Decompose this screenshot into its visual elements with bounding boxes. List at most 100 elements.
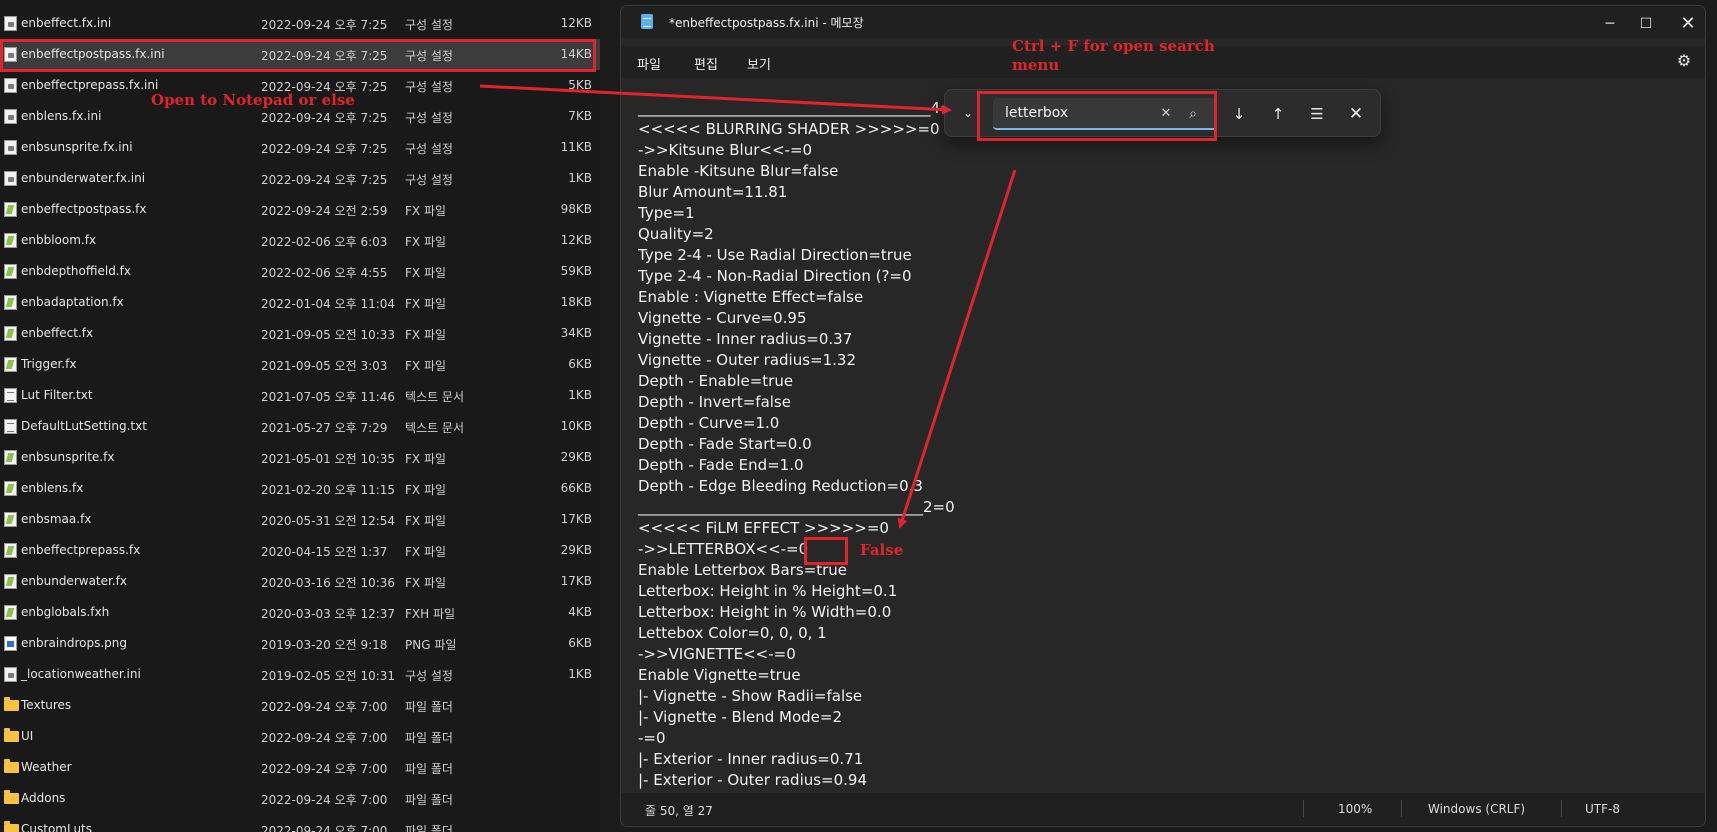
file-date: 2022-02-06 오후 4:55 [261,266,388,280]
file-row[interactable]: enbadaptation.fx 2022-01-04 오후 11:04 FX 파일… [0,287,600,318]
file-row[interactable]: Lut Filter.txt 2021-07-05 오후 11:46 텍스트 문서 1… [0,380,600,411]
file-name: enbeffectprepass.fx.ini [21,78,159,92]
editor-line: Depth - Invert=false [638,393,791,411]
close-window-button[interactable]: ✕ [1675,12,1701,36]
menu-edit[interactable]: 편집 [694,54,718,73]
file-type: FX 파일 [405,483,447,497]
file-date: 2022-09-24 오후 7:00 [261,700,388,714]
file-row[interactable]: enbdepthoffield.fx 2022-02-06 오후 4:55 FX 파… [0,256,600,287]
file-type: 구성 설정 [405,80,453,94]
editor-line: Type 2-4 - Use Radial Direction=true [638,246,912,264]
file-name: enbeffectprepass.fx [21,543,141,557]
file-explorer-list: enbeffect.fx.ini 2022-09-24 오후 7:25 구성 설정 1… [0,0,600,832]
file-date: 2022-09-24 오후 7:00 [261,731,388,745]
zoom-level[interactable]: 100% [1338,802,1372,816]
file-date: 2021-02-20 오후 11:15 [261,483,396,497]
ini-file-icon [4,140,17,155]
fx-file-icon [4,202,17,217]
settings-gear-icon[interactable]: ⚙ [1675,52,1693,70]
file-row[interactable]: Textures 2022-09-24 오후 7:00 파일 폴더 [0,690,600,721]
file-date: 2022-09-24 오후 7:25 [261,173,388,187]
encoding[interactable]: UTF-8 [1585,802,1620,816]
file-name: enbeffectpostpass.fx [21,202,147,216]
editor-line: ->>Kitsune Blur<<-=0 [638,141,813,159]
file-size: 17KB [560,512,592,526]
file-row[interactable]: enbunderwater.fx 2020-03-16 오전 10:36 FX 파일… [0,566,600,597]
maximize-button[interactable]: ☐ [1633,12,1659,36]
find-next-arrow-down-icon[interactable]: ↓ [1228,103,1250,125]
file-row[interactable]: enbsunsprite.fx.ini 2022-09-24 오후 7:25 구성 … [0,132,600,163]
annotation-box-true-value [804,537,848,565]
fx-file-icon [4,512,17,527]
file-row[interactable]: DefaultLutSetting.txt 2021-05-27 오후 7:29 텍… [0,411,600,442]
fx-file-icon [4,233,17,248]
file-row[interactable]: CustomLuts 2022-09-24 오후 7:00 파일 폴더 [0,814,600,832]
editor-text: _______________________________________4… [638,98,962,791]
file-row[interactable]: enbunderwater.fx.ini 2022-09-24 오후 7:25 구성… [0,163,600,194]
menu-view[interactable]: 보기 [747,54,771,73]
file-name: enbsunsprite.fx.ini [21,140,133,154]
file-row[interactable]: enbeffectprepass.fx 2020-04-15 오전 1:37 FX … [0,535,600,566]
file-row[interactable]: enbsmaa.fx 2020-05-31 오전 12:54 FX 파일 17KB [0,504,600,535]
file-name: enbeffect.fx [21,326,94,340]
file-size: 29KB [560,543,592,557]
file-row[interactable]: _locationweather.ini 2019-02-05 오전 10:31 구… [0,659,600,690]
file-row[interactable]: enbeffectpostpass.fx 2022-09-24 오전 2:59 FX… [0,194,600,225]
minimize-button[interactable]: ─ [1597,12,1623,36]
editor-line: Vignette - Curve=0.95 [638,309,807,327]
close-find-bar-icon[interactable]: ✕ [1345,103,1367,125]
file-row[interactable]: enblens.fx 2021-02-20 오후 11:15 FX 파일 66KB [0,473,600,504]
file-type: 텍스트 문서 [405,421,465,435]
file-date: 2021-09-05 오전 10:33 [261,328,396,342]
find-previous-arrow-up-icon[interactable]: ↑ [1267,103,1289,125]
file-size: 59KB [560,264,592,278]
file-date: 2022-09-24 오후 7:00 [261,793,388,807]
file-row[interactable]: enbbloom.fx 2022-02-06 오후 6:03 FX 파일 12KB [0,225,600,256]
title-bar[interactable]: *enbeffectpostpass.fx.ini - 메모장 ─ ☐ ✕ [621,6,1705,38]
fxh-file-icon [4,605,17,620]
fx-file-icon [4,357,17,372]
file-size: 34KB [560,326,592,340]
editor-line: Vignette - Outer radius=1.32 [638,351,856,369]
file-name: enbunderwater.fx [21,574,127,588]
file-row[interactable]: enbsunsprite.fx 2021-05-01 오전 10:35 FX 파일 2… [0,442,600,473]
search-options-sliders-icon[interactable]: ☰ [1306,103,1328,125]
file-size: 18KB [560,295,592,309]
file-name: DefaultLutSetting.txt [21,419,147,433]
file-size: 1KB [568,388,592,402]
file-name: CustomLuts [21,822,93,832]
line-ending[interactable]: Windows (CRLF) [1428,802,1525,816]
file-name: enbadaptation.fx [21,295,124,309]
txt-file-icon [4,388,17,403]
file-row[interactable]: enbglobals.fxh 2020-03-03 오후 12:37 FXH 파일 4… [0,597,600,628]
editor-line: Blur Amount=11.81 [638,183,788,201]
fx-file-icon [4,295,17,310]
file-row[interactable]: enbraindrops.png 2019-03-20 오전 9:18 PNG 파일… [0,628,600,659]
annotation-search-label-1: Ctrl + F for open search [1012,37,1215,55]
file-row[interactable]: enbeffect.fx.ini 2022-09-24 오후 7:25 구성 설정 1… [0,8,600,39]
file-type: FX 파일 [405,235,447,249]
text-editor-area[interactable]: _______________________________________4… [621,78,1705,791]
file-row[interactable]: Weather 2022-09-24 오후 7:00 파일 폴더 [0,752,600,783]
notepad-app-icon [641,14,653,29]
annotation-open-label: Open to Notepad or else [151,91,355,109]
editor-line: Depth - Fade Start=0.0 [638,435,812,453]
file-row[interactable]: UI 2022-09-24 오후 7:00 파일 폴더 [0,721,600,752]
file-date: 2022-09-24 오후 7:25 [261,18,388,32]
menu-file[interactable]: 파일 [637,54,661,73]
file-date: 2022-09-24 오후 7:00 [261,824,388,832]
file-date: 2022-09-24 오후 7:25 [261,142,388,156]
file-row[interactable]: Trigger.fx 2021-09-05 오전 3:03 FX 파일 6KB [0,349,600,380]
file-type: FXH 파일 [405,607,456,621]
toggle-replace-chevron-icon[interactable]: ⌄ [957,102,979,124]
file-name: UI [21,729,34,743]
file-size: 1KB [568,171,592,185]
cursor-position: 줄 50, 열 27 [645,804,713,818]
editor-line: <<<<< FiLM EFFECT >>>>>=0 [638,519,889,537]
file-row[interactable]: enbeffect.fx 2021-09-05 오전 10:33 FX 파일 34KB [0,318,600,349]
file-size: 6KB [568,357,592,371]
file-row[interactable]: Addons 2022-09-24 오후 7:00 파일 폴더 [0,783,600,814]
file-date: 2020-04-15 오전 1:37 [261,545,388,559]
file-date: 2020-03-16 오전 10:36 [261,576,396,590]
fx-file-icon [4,450,17,465]
